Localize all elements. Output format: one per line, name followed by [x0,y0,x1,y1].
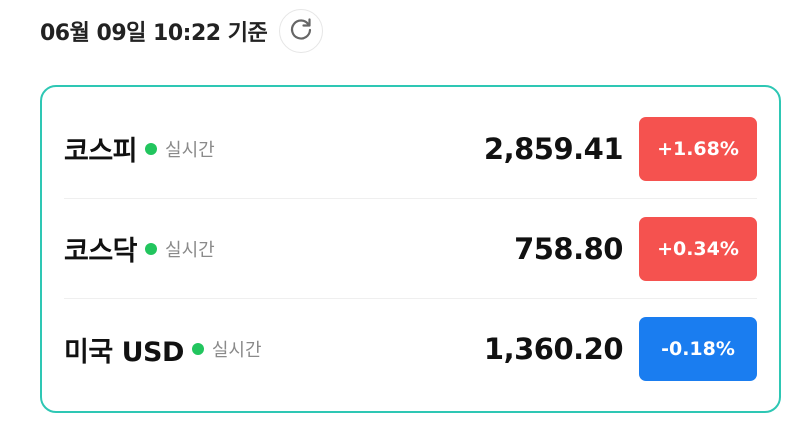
change-badge: +1.68% [639,116,757,181]
market-index-card: 코스피 실시간 2,859.41 +1.68% 코스닥 실시간 758.80 +… [40,85,781,413]
market-name: 미국 USD [64,336,184,368]
live-dot-icon [191,343,204,355]
market-value: 1,360.20 [483,332,624,366]
header: 06월 09일 10:22 기준 [40,8,324,54]
change-badge: +0.34% [639,216,757,281]
market-value: 2,859.41 [483,131,624,166]
timestamp-label: 06월 09일 10:22 기준 [40,21,268,46]
market-row-usd[interactable]: 미국 USD 실시간 1,360.20 -0.18% [64,299,757,399]
market-value: 758.80 [514,231,623,266]
live-status: 실시간 [211,340,262,361]
market-name: 코스닥 [64,236,138,267]
live-dot-icon [145,242,158,255]
live-status: 실시간 [165,239,215,261]
market-name: 코스피 [64,136,138,167]
change-badge: -0.18% [639,317,757,381]
live-dot-icon [145,142,158,155]
refresh-button[interactable] [279,9,324,53]
market-row-kospi[interactable]: 코스피 실시간 2,859.41 +1.68% [64,99,757,199]
live-status: 실시간 [165,139,215,161]
market-row-kosdaq[interactable]: 코스닥 실시간 758.80 +0.34% [64,199,757,299]
refresh-icon [288,16,314,46]
